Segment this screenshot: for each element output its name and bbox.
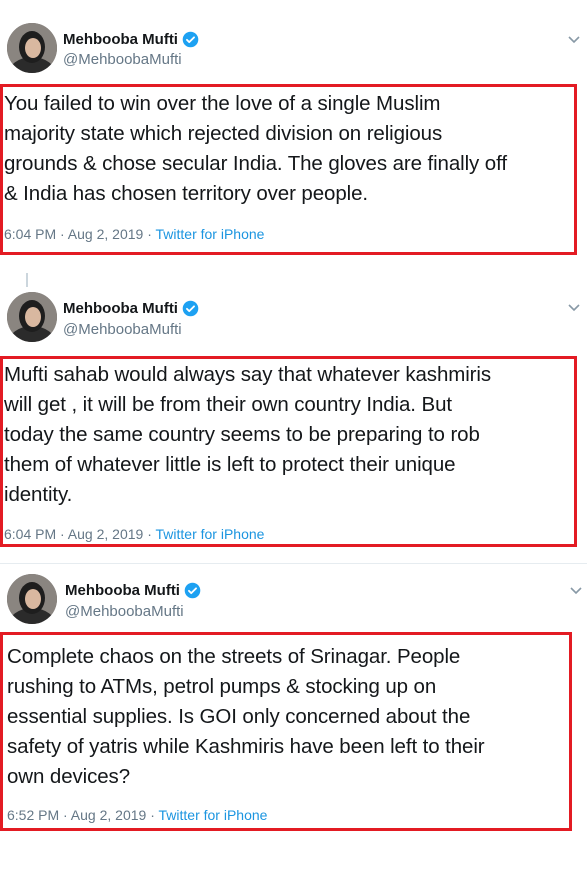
source-link[interactable]: Twitter for iPhone — [156, 526, 265, 542]
verified-badge-icon — [182, 31, 199, 48]
display-name[interactable]: Mehbooba Mufti — [63, 31, 199, 48]
source-link[interactable]: Twitter for iPhone — [159, 807, 268, 823]
verified-badge-icon — [184, 582, 201, 599]
tweet-text-line: today the same country seems to be prepa… — [4, 423, 480, 446]
tweet-text-line: essential supplies. Is GOI only concerne… — [7, 705, 471, 728]
tweet-text-line: will get , it will be from their own cou… — [4, 393, 452, 416]
tweet-text-line: majority state which rejected division o… — [4, 122, 443, 145]
verified-badge-icon — [182, 300, 199, 317]
user-handle[interactable]: @MehboobaMufti — [63, 321, 182, 338]
user-handle[interactable]: @MehboobaMufti — [63, 51, 182, 68]
tweet-text-line: them of whatever little is left to prote… — [4, 453, 456, 476]
display-name-text[interactable]: Mehbooba Mufti — [63, 300, 178, 317]
tweet-text-line: Complete chaos on the streets of Srinaga… — [7, 645, 461, 668]
chevron-down-icon[interactable] — [567, 35, 581, 45]
chevron-down-icon[interactable] — [569, 586, 583, 596]
tweet-text-line: Mufti sahab would always say that whatev… — [4, 363, 492, 386]
avatar[interactable] — [7, 23, 57, 73]
tweet-meta: 6:04 PM · Aug 2, 2019 · Twitter for iPho… — [4, 226, 264, 242]
display-name-text[interactable]: Mehbooba Mufti — [63, 31, 178, 48]
display-name[interactable]: Mehbooba Mufti — [65, 582, 201, 599]
tweet-meta: 6:52 PM · Aug 2, 2019 · Twitter for iPho… — [7, 807, 267, 823]
tweet-text-line: safety of yatris while Kashmiris have be… — [7, 735, 485, 758]
tweet-text-line: grounds & chose secular India. The glove… — [4, 152, 507, 175]
tweet-divider — [0, 563, 587, 564]
avatar[interactable] — [7, 574, 57, 624]
tweet-text-line: & India has chosen territory over people… — [4, 182, 368, 205]
source-link[interactable]: Twitter for iPhone — [156, 226, 265, 242]
user-handle[interactable]: @MehboobaMufti — [65, 603, 184, 620]
tweet-text-line: rushing to ATMs, petrol pumps & stocking… — [7, 675, 437, 698]
chevron-down-icon[interactable] — [567, 303, 581, 313]
avatar[interactable] — [7, 292, 57, 342]
thread-connector — [26, 273, 28, 287]
display-name[interactable]: Mehbooba Mufti — [63, 300, 199, 317]
tweet-text-line: identity. — [4, 483, 73, 506]
timestamp[interactable]: 6:04 PM · Aug 2, 2019 · — [4, 226, 156, 242]
tweet-text-line: You failed to win over the love of a sin… — [4, 92, 441, 115]
tweet-text-line: own devices? — [7, 765, 131, 788]
timestamp[interactable]: 6:52 PM · Aug 2, 2019 · — [7, 807, 159, 823]
timestamp[interactable]: 6:04 PM · Aug 2, 2019 · — [4, 526, 156, 542]
tweet-meta: 6:04 PM · Aug 2, 2019 · Twitter for iPho… — [4, 526, 264, 542]
display-name-text[interactable]: Mehbooba Mufti — [65, 582, 180, 599]
